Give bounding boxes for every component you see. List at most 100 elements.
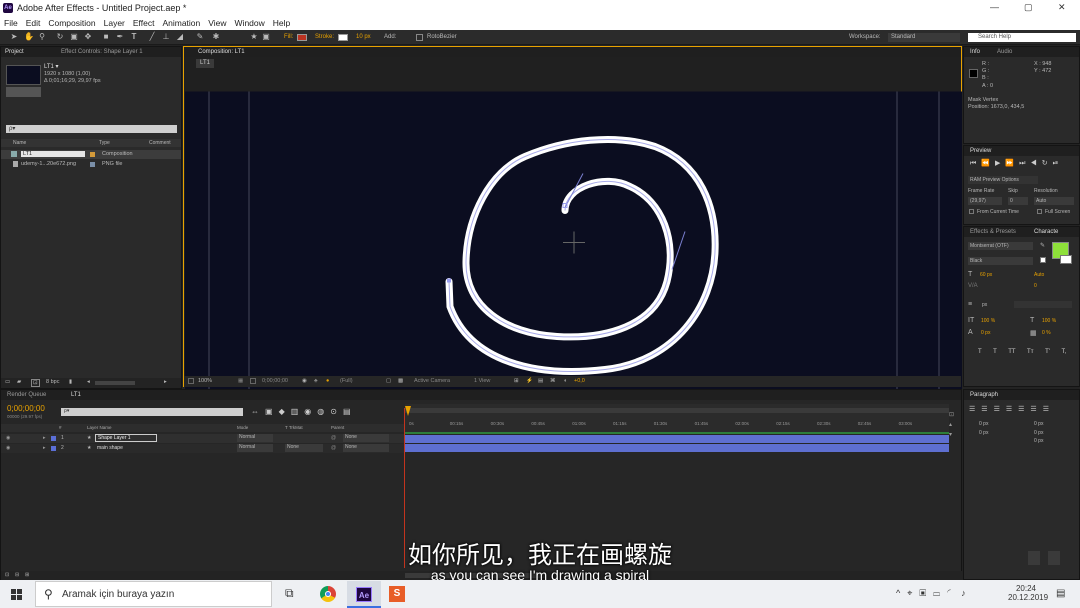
from-current-checkbox[interactable]	[969, 209, 974, 214]
tab-effect-controls[interactable]: Effect Controls: Shape Layer 1	[61, 49, 143, 55]
first-frame-icon[interactable]: ⏮	[970, 160, 981, 167]
menu-animation[interactable]: Animation	[158, 16, 204, 28]
star-tool-icon[interactable]: ★	[250, 33, 258, 41]
notifications-icon[interactable]: ▤	[1056, 588, 1065, 599]
scroll-down-icon[interactable]: ▾	[949, 432, 952, 438]
tray-volume-icon[interactable]: ♪	[961, 588, 973, 598]
mask-visibility-icon[interactable]	[250, 378, 256, 384]
layer-mode-select[interactable]: Normal	[237, 444, 273, 452]
align-left-icon[interactable]: ☰	[969, 406, 981, 413]
bpc-label[interactable]: 8 bpc	[46, 379, 59, 385]
visibility-eye-icon[interactable]: ◉	[6, 445, 10, 451]
selection-tool-icon[interactable]: ➤	[10, 33, 18, 41]
tab-composition[interactable]: Composition: LT1	[198, 49, 245, 55]
work-area-bar[interactable]	[405, 408, 949, 413]
indent-right-value[interactable]: 0 px	[1034, 421, 1043, 427]
leading-value[interactable]: Auto	[1034, 272, 1044, 278]
camera-tool-icon[interactable]: ▣	[70, 33, 78, 41]
windows-start-icon[interactable]	[11, 589, 22, 600]
hand-tool-icon[interactable]: ✋	[24, 33, 34, 41]
justify-right-icon[interactable]: ☰	[1030, 406, 1042, 413]
parent-pickwhip-icon[interactable]: @	[331, 435, 336, 441]
eraser-tool-icon[interactable]: ◢	[176, 33, 184, 41]
first-line-indent-value[interactable]: 0 px	[1034, 438, 1043, 444]
play-icon[interactable]: ▶	[995, 160, 1005, 167]
stroke-width-value[interactable]: px	[982, 302, 987, 308]
draft-3d-icon[interactable]: ▣	[265, 407, 279, 416]
task-view-icon[interactable]: ⧉	[285, 586, 294, 601]
superscript-button[interactable]: T'	[1045, 349, 1050, 355]
justify-all-icon[interactable]: ☰	[1043, 406, 1055, 413]
region-of-interest-icon[interactable]: ▢	[386, 378, 391, 384]
table-row[interactable]: ◉ ▸ 2 ★ main shape Normal None @ None	[1, 444, 405, 453]
toggle-pixel-aspect-icon[interactable]: ⊞	[514, 378, 519, 384]
brush-tool-icon[interactable]: ╱	[148, 33, 156, 41]
exposure-icon[interactable]: ◐	[564, 378, 567, 384]
graph-editor-icon[interactable]: ◍	[317, 407, 330, 416]
justify-left-icon[interactable]: ☰	[1006, 406, 1018, 413]
tab-audio[interactable]: Audio	[997, 49, 1012, 55]
resolution-select[interactable]: Auto	[1034, 197, 1074, 205]
tab-render-queue[interactable]: Render Queue	[7, 392, 46, 398]
tracking-value[interactable]: 0	[1034, 283, 1037, 289]
pen-tool-icon[interactable]: ✒	[116, 33, 124, 41]
rotobezier-checkbox[interactable]	[416, 34, 423, 41]
horizontal-scale-value[interactable]: 100 %	[1042, 318, 1056, 324]
shape-tool-icon[interactable]: ▣	[262, 33, 270, 41]
indent-left-value[interactable]: 0 px	[979, 421, 988, 427]
col-name[interactable]: Name	[13, 140, 26, 146]
col-type[interactable]: Type	[99, 140, 110, 146]
flowchart-icon[interactable]: ⌘	[550, 378, 556, 384]
menu-file[interactable]: File	[0, 16, 22, 28]
add-label[interactable]: Add:	[384, 34, 396, 40]
interpret-footage-icon[interactable]: ▭	[5, 379, 10, 385]
visibility-eye-icon[interactable]: ◉	[6, 435, 10, 441]
pan-behind-tool-icon[interactable]: ✥	[84, 33, 92, 41]
frame-blending-icon[interactable]: ▥	[291, 407, 305, 416]
live-update-icon[interactable]: ⊙	[330, 407, 343, 416]
mask-tool-icon[interactable]: ■	[102, 33, 110, 41]
tray-network-icon[interactable]: ◜	[947, 588, 961, 598]
comp-button-icon[interactable]: ⊡	[949, 412, 954, 418]
puppet-tool-icon[interactable]: ✱	[212, 33, 220, 41]
hide-shy-icon[interactable]: ◆	[279, 407, 291, 416]
space-after-value[interactable]: 0 px	[1034, 430, 1043, 436]
label-color-swatch[interactable]	[51, 446, 56, 451]
snapshot-icon[interactable]: ◉	[302, 378, 307, 384]
menu-layer[interactable]: Layer	[100, 16, 129, 28]
tab-effects-presets[interactable]: Effects & Presets	[970, 229, 1016, 235]
timeline-timecode[interactable]: 0;00;00;00	[7, 404, 45, 413]
frame-rate-select[interactable]: (29,97)	[968, 197, 1002, 205]
space-before-value[interactable]: 0 px	[979, 430, 988, 436]
show-snapshot-icon[interactable]: ♣	[314, 378, 318, 384]
skip-select[interactable]: 0	[1008, 197, 1028, 205]
view-layout-select[interactable]: 1 View	[474, 378, 490, 384]
grid-icon[interactable]: ▦	[238, 378, 243, 384]
transparency-grid-icon[interactable]: ▩	[398, 378, 403, 384]
layer-duration-bar[interactable]	[405, 444, 949, 452]
motion-blur-icon[interactable]: ◉	[304, 407, 317, 416]
parent-select[interactable]: None	[343, 444, 389, 452]
font-size-value[interactable]: 60 px	[980, 272, 992, 278]
taskbar-clock[interactable]: 20:24 20.12.2019	[1008, 584, 1048, 602]
fill-swatch[interactable]	[297, 34, 307, 41]
exposure-value[interactable]: +0,0	[574, 378, 585, 384]
comp-sub-tab[interactable]: LT1	[196, 59, 214, 68]
stroke-color-swatch[interactable]	[1040, 257, 1046, 263]
parent-pickwhip-icon[interactable]: @	[331, 445, 336, 451]
zoom-tool-icon[interactable]: ⚲	[38, 33, 46, 41]
last-frame-icon[interactable]: ⏭	[1019, 160, 1030, 167]
horizontal-scrollbar[interactable]	[95, 381, 135, 385]
stroke-type-select[interactable]	[1014, 301, 1072, 308]
next-frame-icon[interactable]: ⏩	[1005, 160, 1019, 167]
tray-camera-icon[interactable]: ▣	[919, 588, 933, 598]
menu-effect[interactable]: Effect	[129, 16, 159, 28]
scroll-left-icon[interactable]: ◂	[87, 379, 90, 385]
timeline-search-input[interactable]: ρ▾	[61, 408, 243, 416]
layer-duration-bar[interactable]	[405, 435, 949, 443]
trkmat-select[interactable]: None	[285, 444, 323, 452]
close-button[interactable]: ✕	[1058, 2, 1066, 13]
tsume-value[interactable]: 0 %	[1042, 330, 1051, 336]
after-effects-taskbar-button[interactable]: Ae	[347, 581, 381, 608]
always-preview-icon[interactable]	[188, 378, 194, 384]
